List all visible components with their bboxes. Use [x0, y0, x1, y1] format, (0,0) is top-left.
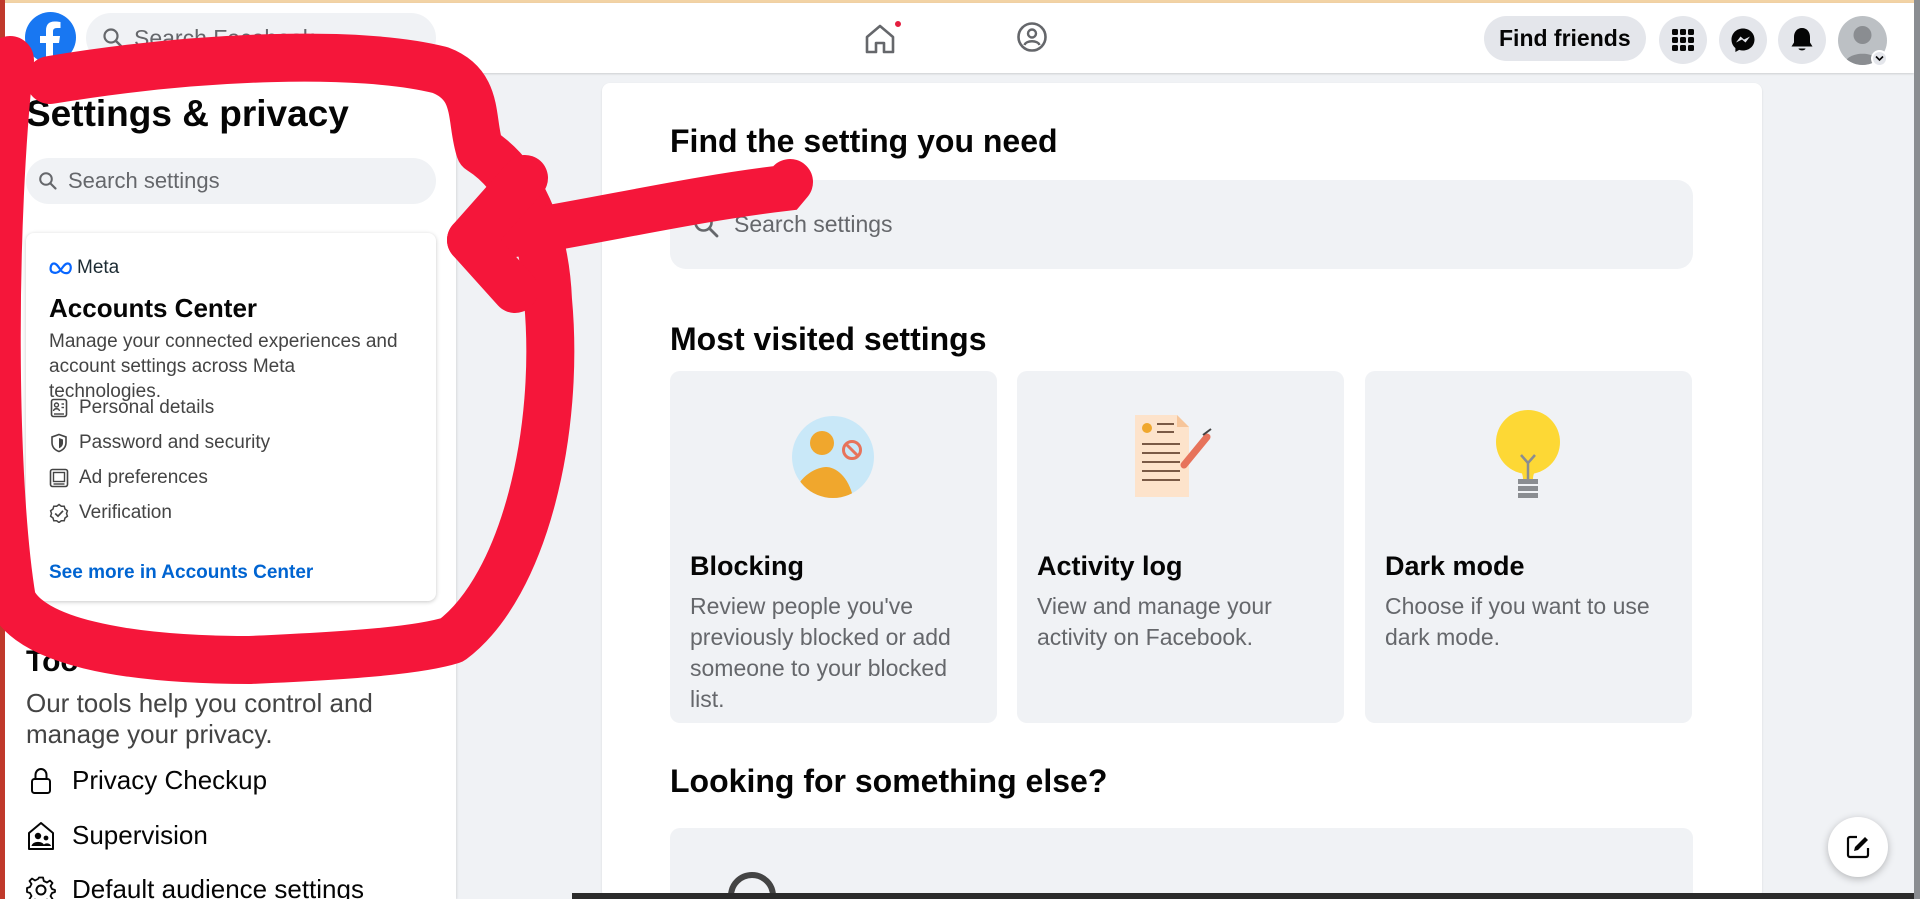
new-message-button[interactable]	[1828, 817, 1888, 877]
tool-item-label: Default audience settings	[72, 874, 364, 899]
tool-item-default-audience[interactable]: Default audience settings	[26, 874, 364, 899]
top-navigation-bar: Search Facebook Find friends	[0, 3, 1914, 73]
meta-logo: Meta	[49, 257, 119, 279]
accounts-center-item-label: Verification	[79, 502, 172, 523]
window-left-border	[0, 0, 5, 899]
tile-dark-mode[interactable]: Dark mode Choose if you want to use dark…	[1365, 371, 1692, 723]
account-menu-chevron[interactable]	[1871, 50, 1888, 67]
find-friends-button[interactable]: Find friends	[1484, 16, 1646, 61]
sidebar-title: Settings & privacy	[26, 93, 349, 134]
tool-item-privacy-checkup[interactable]: Privacy Checkup	[26, 765, 267, 796]
facebook-search-placeholder: Search Facebook	[134, 24, 315, 51]
settings-main-panel: Find the setting you need Search setting…	[602, 83, 1762, 899]
tool-item-supervision[interactable]: Supervision	[26, 820, 208, 851]
accounts-center-item-label: Password and security	[79, 432, 271, 453]
tool-item-label: Supervision	[72, 820, 208, 850]
most-visited-heading: Most visited settings	[670, 321, 987, 357]
nav-groups-button[interactable]	[1016, 21, 1048, 58]
groups-icon	[1017, 22, 1047, 52]
grid-menu-icon	[1672, 29, 1694, 51]
facebook-search-input[interactable]: Search Facebook	[86, 13, 436, 63]
tile-title: Activity log	[1037, 551, 1183, 581]
accounts-center-card[interactable]: Meta Accounts Center Manage your connect…	[26, 233, 436, 601]
window-scrollbar[interactable]	[1914, 0, 1920, 899]
lock-icon	[31, 767, 51, 794]
tile-activity-log[interactable]: Activity log View and manage your activi…	[1017, 371, 1344, 723]
settings-sidebar: Settings & privacy Search settings Meta …	[0, 73, 456, 899]
accounts-center-description: Manage your connected experiences and ac…	[49, 331, 398, 402]
accounts-center-title: Accounts Center	[49, 293, 258, 323]
search-icon	[694, 212, 719, 237]
tile-description: Choose if you want to use dark mode.	[1385, 593, 1650, 650]
main-search-placeholder: Search settings	[734, 211, 893, 237]
lightbulb-illustration	[1496, 410, 1560, 498]
id-card-icon	[50, 398, 68, 418]
accounts-center-item-label: Ad preferences	[79, 467, 208, 488]
facebook-logo-icon[interactable]	[25, 12, 76, 63]
annotation-arrow-head	[447, 155, 548, 313]
blocking-illustration	[792, 416, 874, 498]
messenger-button[interactable]	[1719, 16, 1767, 64]
home-icon	[865, 24, 895, 54]
search-icon	[103, 28, 123, 48]
accounts-center-item-verification[interactable]: Verification	[49, 502, 172, 524]
activity-log-illustration	[1135, 415, 1212, 497]
accounts-center-item-ad-preferences[interactable]: Ad preferences	[49, 467, 208, 489]
monitor-icon	[49, 468, 69, 488]
shield-icon	[51, 433, 67, 453]
messenger-icon	[1731, 28, 1755, 52]
privacy-center-card[interactable]	[670, 828, 1693, 899]
notification-dot	[893, 19, 903, 29]
looking-else-heading: Looking for something else?	[670, 763, 1108, 799]
meta-brand-text: Meta	[77, 257, 120, 278]
tile-blocking[interactable]: Blocking Review people you've previously…	[670, 371, 997, 723]
meta-infinity-icon	[49, 262, 72, 275]
accounts-center-item-personal-details[interactable]: Personal details	[49, 397, 214, 419]
tile-title: Dark mode	[1385, 551, 1525, 581]
chevron-down-icon	[1875, 55, 1884, 62]
tools-description: Our tools help you control and manage yo…	[26, 688, 373, 749]
supervision-icon	[28, 821, 54, 850]
sidebar-search-input[interactable]: Search settings	[26, 158, 436, 204]
tile-title: Blocking	[690, 551, 805, 581]
tool-item-label: Privacy Checkup	[72, 765, 268, 795]
tile-description: View and manage your activity on Faceboo…	[1037, 593, 1272, 650]
bell-icon	[1791, 28, 1813, 51]
nav-home-button[interactable]	[862, 19, 903, 62]
gear-icon	[26, 876, 56, 899]
sidebar-search-placeholder: Search settings	[68, 168, 220, 193]
taskbar-strip	[572, 893, 1914, 899]
find-setting-heading: Find the setting you need	[670, 123, 1058, 159]
accounts-center-item-label: Personal details	[79, 397, 215, 418]
tools-heading: Too	[26, 645, 79, 678]
verified-badge-icon	[49, 503, 69, 523]
accounts-center-item-password-security[interactable]: Password and security	[49, 432, 270, 454]
main-settings-search-input[interactable]: Search settings	[670, 180, 1693, 269]
notifications-button[interactable]	[1778, 16, 1826, 64]
see-more-accounts-center-link[interactable]: See more in Accounts Center	[49, 562, 313, 584]
search-icon	[39, 172, 57, 190]
compose-icon	[1846, 835, 1870, 859]
menu-button[interactable]	[1659, 16, 1707, 64]
tile-description: Review people you've previously blocked …	[690, 593, 951, 712]
